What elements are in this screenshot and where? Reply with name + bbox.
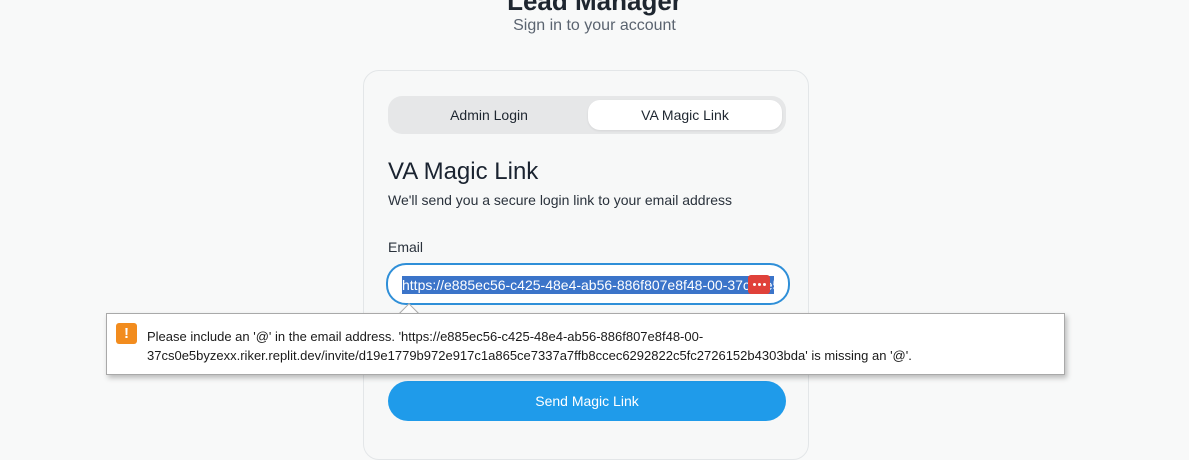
validation-message-line-2: 37cs0e5byzexx.riker.replit.dev/invite/d1… — [147, 348, 912, 363]
app-title: Lead Manager — [507, 0, 682, 16]
email-label: Email — [388, 239, 424, 255]
form-title: VA Magic Link — [388, 158, 539, 185]
form-description: We'll send you a secure login link to yo… — [388, 192, 733, 208]
email-field-value: https://e885ec56-c425-48e4-ab56-886f807e… — [402, 276, 774, 294]
validation-tooltip: ! Please include an '@' in the email add… — [106, 313, 1065, 375]
validation-message: Please include an '@' in the email addre… — [147, 327, 1047, 365]
tab-admin-login[interactable]: Admin Login — [392, 100, 586, 130]
send-magic-link-button[interactable]: Send Magic Link — [388, 381, 786, 421]
warning-icon: ! — [116, 323, 137, 344]
validation-message-line-1: Please include an '@' in the email addre… — [147, 329, 704, 344]
overflow-ellipsis-icon — [748, 275, 770, 294]
email-field[interactable]: https://e885ec56-c425-48e4-ab56-886f807e… — [386, 263, 790, 305]
login-card: Admin Login VA Magic Link VA Magic Link … — [363, 70, 809, 460]
app-subtitle: Sign in to your account — [513, 17, 676, 34]
tab-va-magic-link[interactable]: VA Magic Link — [588, 100, 782, 130]
login-tabs: Admin Login VA Magic Link — [388, 96, 786, 134]
